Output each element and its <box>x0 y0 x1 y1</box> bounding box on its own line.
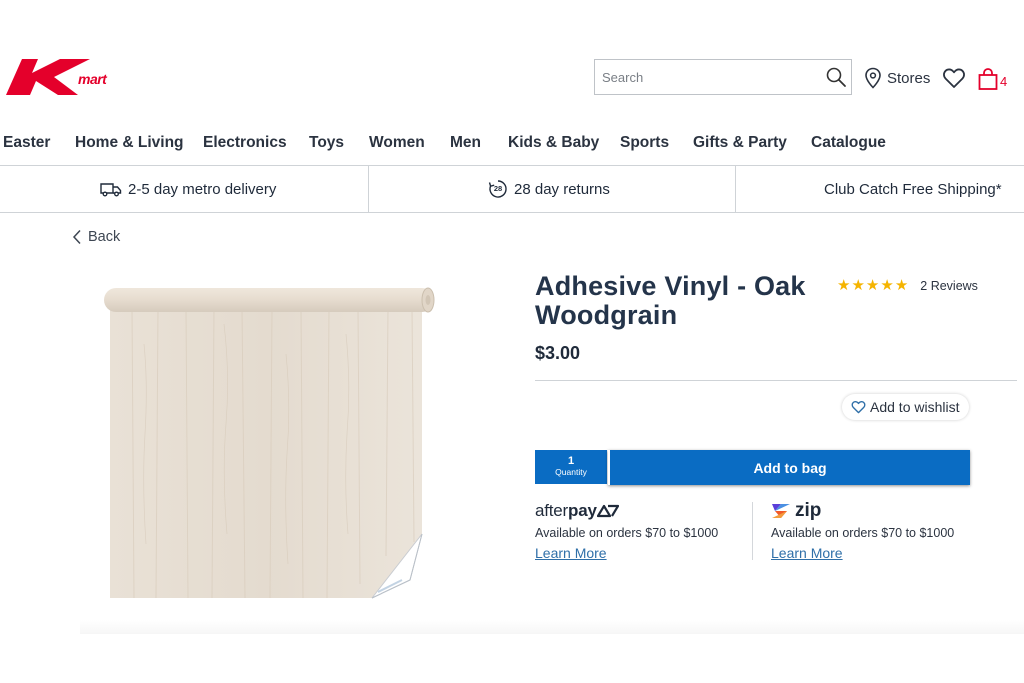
usp-shipping-label: Club Catch Free Shipping* <box>824 180 1002 198</box>
star-icon: ★ <box>894 277 909 294</box>
add-to-bag-button[interactable]: Add to bag <box>608 450 970 485</box>
back-label: Back <box>88 229 121 245</box>
afterpay-arrows-icon <box>596 504 619 518</box>
nav-item-toys[interactable]: Toys <box>309 134 344 152</box>
heart-icon[interactable] <box>942 66 966 90</box>
nav-item-sports[interactable]: Sports <box>620 134 669 152</box>
nav-item-women[interactable]: Women <box>369 134 425 152</box>
zip-logo-text: zip <box>795 500 822 521</box>
back-link[interactable]: Back <box>72 228 120 246</box>
nav-item-catalogue[interactable]: Catalogue <box>811 134 886 152</box>
usp-delivery-label: 2-5 day metro delivery <box>128 180 277 198</box>
usp-returns: 28 28 day returns <box>488 178 610 200</box>
svg-text:mart: mart <box>78 71 108 87</box>
stores-label: Stores <box>887 69 931 87</box>
product-price: $3.00 <box>535 343 581 363</box>
quantity-selector[interactable]: 1 Quantity <box>535 450 607 484</box>
afterpay-logo-pay: pay <box>568 501 597 520</box>
star-icon: ★ <box>837 277 851 294</box>
zip-logo: zip <box>771 499 981 523</box>
search-input[interactable] <box>595 60 815 94</box>
usp-delivery: 2-5 day metro delivery <box>100 178 276 200</box>
usp-returns-label: 28 day returns <box>514 180 610 198</box>
reviews-count[interactable]: 2 Reviews <box>920 279 978 293</box>
quantity-label: Quantity <box>555 467 587 477</box>
product-title: Adhesive Vinyl - Oak Woodgrain <box>535 271 806 330</box>
product-rating[interactable]: ★ ★ ★ ★ ★ 2 Reviews <box>837 278 978 294</box>
section-divider <box>80 620 1024 634</box>
zip-availability: Available on orders $70 to $1000 <box>771 526 955 540</box>
shopping-bag-button[interactable]: 4 <box>977 65 1007 91</box>
zip-learn-more-link[interactable]: Learn More <box>771 545 843 561</box>
afterpay-learn-more-link[interactable]: Learn More <box>535 545 607 561</box>
nav-item-gifts-party[interactable]: Gifts & Party <box>693 134 787 152</box>
afterpay-logo-after: after <box>535 501 569 520</box>
usp-divider <box>368 166 369 212</box>
search-icon[interactable] <box>825 66 847 88</box>
add-to-wishlist-label: Add to wishlist <box>870 399 960 415</box>
payments-divider <box>752 502 753 560</box>
afterpay-info: afterpay Available on orders $70 to $100… <box>535 499 745 563</box>
nav-item-kids-baby[interactable]: Kids & Baby <box>508 134 599 152</box>
shopping-bag-icon <box>978 68 998 90</box>
quantity-value: 1 <box>567 455 575 467</box>
star-icon: ★ <box>851 277 865 294</box>
zip-info: zip Available on orders $70 to $1000 Lea… <box>771 499 981 563</box>
returns-badge: 28 <box>493 184 503 193</box>
usp-bar: 2-5 day metro delivery 28 28 day returns… <box>0 165 1024 213</box>
kmart-logo[interactable]: mart <box>6 55 134 101</box>
search-box <box>594 59 852 95</box>
add-to-wishlist-button[interactable]: Add to wishlist <box>842 394 969 420</box>
stores-link[interactable]: Stores <box>864 66 930 90</box>
rating-stars: ★ ★ ★ ★ ★ <box>837 278 908 294</box>
main-nav: Easter Home & Living Electronics Toys Wo… <box>0 134 1024 156</box>
nav-item-electronics[interactable]: Electronics <box>203 134 287 152</box>
heart-icon <box>851 400 866 414</box>
price-divider <box>535 380 1017 381</box>
usp-shipping: Club Catch Free Shipping* <box>824 178 1002 200</box>
zip-z-icon <box>772 504 790 518</box>
bag-count-badge: 4 <box>1000 74 1008 89</box>
usp-divider <box>735 166 736 212</box>
returns-icon: 28 <box>488 179 508 199</box>
chevron-left-icon <box>72 229 81 245</box>
afterpay-logo: afterpay <box>535 499 745 523</box>
nav-item-home-living[interactable]: Home & Living <box>75 134 184 152</box>
product-image[interactable] <box>96 284 438 604</box>
delivery-truck-icon <box>100 183 122 197</box>
star-icon: ★ <box>865 277 880 294</box>
afterpay-availability: Available on orders $70 to $1000 <box>535 526 719 540</box>
nav-item-men[interactable]: Men <box>450 134 481 152</box>
location-pin-icon <box>865 67 881 89</box>
nav-item-easter[interactable]: Easter <box>3 134 50 152</box>
star-icon: ★ <box>880 277 894 294</box>
